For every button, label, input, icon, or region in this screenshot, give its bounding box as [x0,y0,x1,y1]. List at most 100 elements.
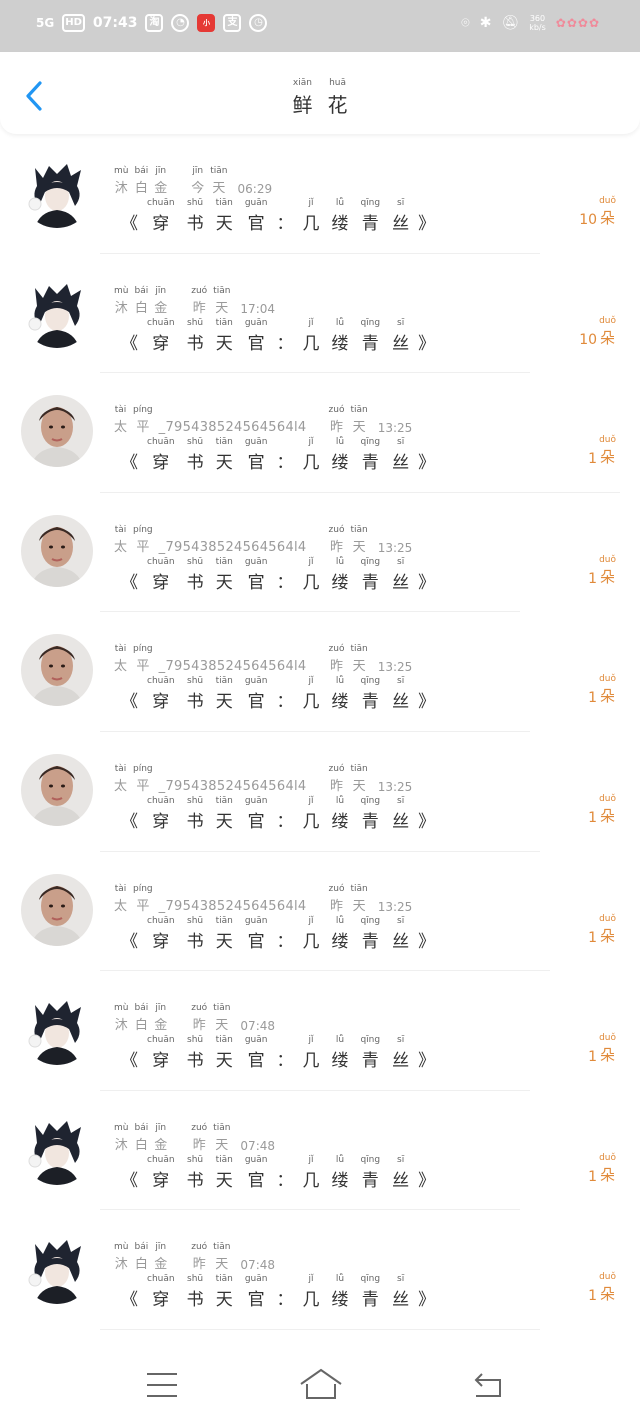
home-icon[interactable] [299,1368,343,1402]
gift-record-row[interactable]: mù 沐 bái 白 jīn 金 zuó 昨 tiān 天 07:48 《 chuān 穿 shū 书 tiān… [0,1091,640,1211]
gift-time: 13:25 [377,899,413,914]
flower-count: 1 duǒ 朵 [588,794,616,826]
ruby-char: lǚ 缕 [331,1154,349,1191]
username-suffix: _795438524564564l4 [158,539,307,555]
user-avatar[interactable] [21,753,93,826]
flower-count-value: 1 [588,451,598,468]
ruby-char: shū 书 [186,198,204,234]
net-speed-unit: kb/s [529,23,546,32]
ruby-char: chuān 穿 [147,556,175,593]
net-speed-value: 360 [529,14,546,23]
taobao-icon: 淘 [145,14,164,32]
gift-record-row[interactable]: tài 太 píng 平 _795438524564564l4 zuó 昨 tiān 天 13:2… [0,852,640,972]
ruby-char: guān 官 [244,1035,268,1072]
book-close-bracket: 》 [418,1170,436,1191]
net-speed: 360 kb/s [529,14,546,32]
ruby-char: guān 官 [244,437,268,474]
ruby-char: tiān 天 [350,763,368,794]
ruby-char: lǚ 缕 [331,1035,349,1072]
user-avatar[interactable] [21,634,93,707]
ruby-char: qīng 青 [360,1274,381,1311]
alipay-icon: 支 [223,14,242,32]
user-avatar[interactable] [21,156,93,228]
user-avatar[interactable] [21,873,93,946]
ruby-char: tiān 天 [213,1122,231,1153]
ruby-char: píng 平 [133,883,153,914]
ruby-char: shū 书 [186,795,204,832]
ruby-char: mù 沐 [114,1122,129,1153]
flower-count-value: 1 [588,1168,598,1185]
gift-record-row[interactable]: mù 沐 bái 白 jīn 金 zuó 昨 tiān 天 07:48 《 chuān 穿 shū 书 tiān… [0,971,640,1091]
user-avatar[interactable] [21,993,93,1066]
ruby-char: tiān 天 [213,1003,231,1034]
bluetooth-icon: ✱ [479,15,492,31]
ruby-char: qīng 青 [360,676,381,713]
ruby-char: jǐ 几 [302,915,320,952]
user-avatar[interactable] [21,275,93,348]
flower-unit: duǒ 朵 [599,1152,616,1184]
ruby-char: píng 平 [133,405,153,436]
gift-record-row[interactable]: mù 沐 bái 白 jīn 金 zuó 昨 tiān 天 17:04 《 chuān 穿 shū 书 tiān… [0,254,640,374]
ruby-char: sī 丝 [392,198,410,234]
gift-record-row[interactable]: tài 太 píng 平 _795438524564564l4 zuó 昨 tiān 天 13:2… [0,373,640,493]
ruby-char: tiān 天 [350,644,368,675]
flower-unit: duǒ 朵 [599,1033,616,1065]
gift-record-row[interactable]: mù 沐 bái 白 jīn 金 jīn 今 tiān 天 06:29 《 chuān 穿 shū 书 tiān… [0,134,640,254]
ruby-char: lǚ 缕 [331,437,349,474]
ruby-char: lǚ 缕 [331,317,349,354]
menu-icon[interactable] [143,1368,183,1402]
user-avatar[interactable] [21,1232,93,1305]
book-close-bracket: 》 [418,931,436,952]
ruby-char: qīng 青 [360,1154,381,1191]
ruby-char: chuān 穿 [147,1035,175,1072]
flower-count: 10 duǒ 朵 [579,316,616,348]
ruby-char: chuān 穿 [147,915,175,952]
user-avatar[interactable] [21,514,93,587]
ruby-char: guān 官 [244,1274,268,1311]
gift-time: 07:48 [240,1258,276,1273]
back-arrow-icon[interactable] [470,1368,510,1402]
ruby-char: jǐ 几 [302,437,320,474]
gift-time: 13:25 [377,540,413,555]
ruby-char: jīn 金 [154,285,168,316]
ruby-char: tiān 天 [213,285,231,316]
gift-record-row[interactable]: tài 太 píng 平 _795438524564564l4 zuó 昨 tiān 天 13:2… [0,612,640,732]
ruby-char: shū 书 [186,1274,204,1311]
book-open-bracket: 《 [121,572,138,593]
flower-count-value: 1 [588,570,598,587]
book-open-bracket: 《 [121,1170,138,1191]
sender-meta: mù 沐 bái 白 jīn 金 zuó 昨 tiān 天 07:48 [114,1123,275,1153]
flower-unit: duǒ 朵 [599,674,616,706]
status-time: 07:43 [92,15,138,31]
ruby-char: shū 书 [186,915,204,952]
sender-meta: tài 太 píng 平 _795438524564564l4 zuó 昨 tiān 天 13:2… [114,764,412,794]
book-close-bracket: 》 [418,572,436,593]
sender-meta: mù 沐 bái 白 jīn 金 zuó 昨 tiān 天 17:04 [114,286,275,316]
user-avatar[interactable] [21,1112,93,1185]
ruby-char: jīn 金 [154,166,168,196]
ruby-char: chuān 穿 [147,1274,175,1311]
ruby-char: shū 书 [186,676,204,713]
ruby-char: bái 白 [134,285,149,316]
username-suffix: _795438524564564l4 [158,420,307,436]
ruby-char: guān 官 [244,1154,268,1191]
signal-indicator: 5G [36,16,55,30]
book-title: 《 chuān 穿 shū 书 tiān 天 guān 官 ： jǐ 几 lǚ 缕 qīng 青 sī 丝》 [118,1035,438,1071]
book-open-bracket: 《 [121,453,138,474]
ruby-char: sī 丝 [392,795,410,832]
ruby-char: tài 太 [114,883,128,914]
flower-count: 1 duǒ 朵 [588,914,616,946]
gift-record-row[interactable]: tài 太 píng 平 _795438524564564l4 zuó 昨 tiān 天 13:2… [0,732,640,852]
gift-record-row[interactable]: tài 太 píng 平 _795438524564564l4 zuó 昨 tiān 天 13:2… [0,493,640,613]
ruby-char: lǚ 缕 [331,795,349,832]
ruby-char: tài 太 [114,763,128,794]
ruby-char: qīng 青 [360,198,381,234]
book-close-bracket: 》 [418,214,436,234]
ruby-char: guān 官 [244,915,268,952]
user-avatar[interactable] [21,395,93,468]
ruby-char: sī 丝 [392,1154,410,1191]
ruby-char: jīn 今 [191,166,205,196]
gift-record-row[interactable]: mù 沐 bái 白 jīn 金 zuó 昨 tiān 天 07:48 《 chuān 穿 shū 书 tiān… [0,1210,640,1330]
flower-count: 1 duǒ 朵 [588,674,616,706]
ruby-char: mù 沐 [114,1003,129,1034]
